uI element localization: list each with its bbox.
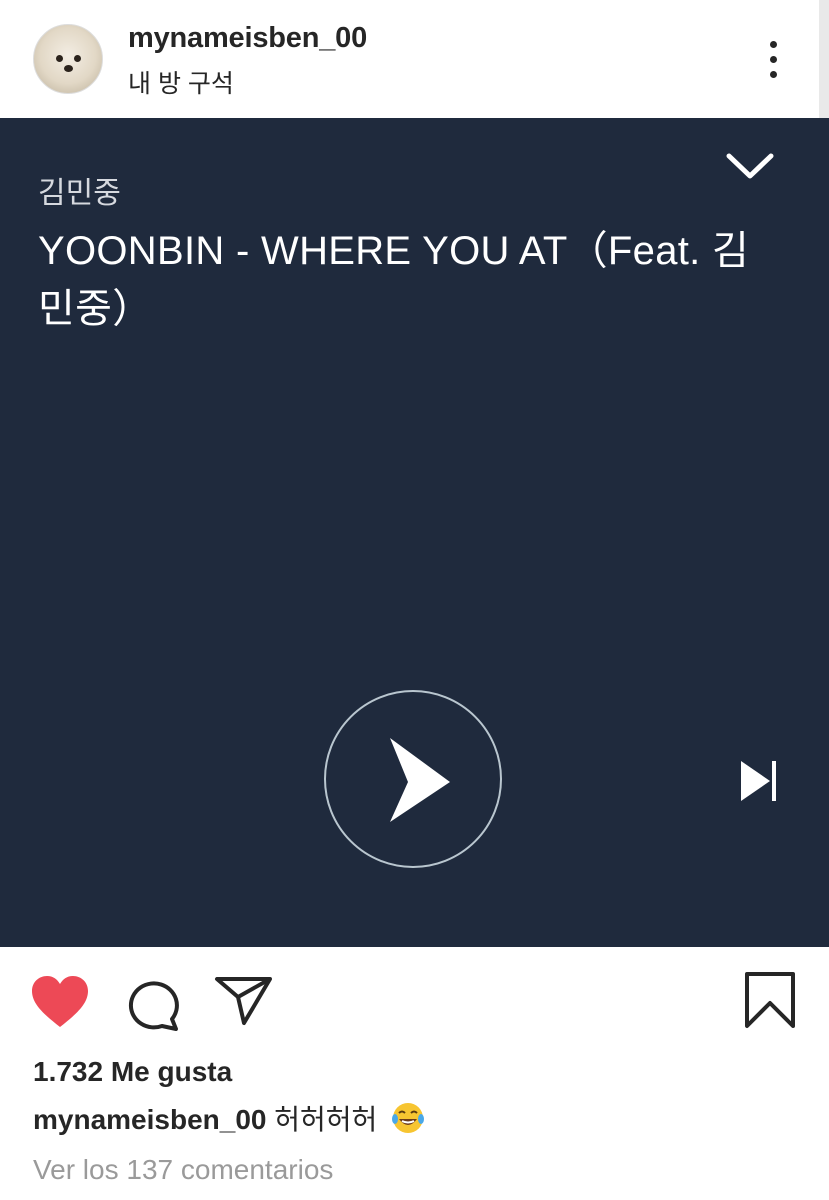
next-track-button[interactable] — [738, 758, 780, 804]
caption-text: 허허허허 — [274, 1104, 378, 1135]
more-dots-icon — [770, 41, 777, 48]
player-artist: 김민중 — [38, 177, 121, 210]
likes-count[interactable]: 1.732 Me gusta — [33, 1056, 232, 1088]
post-header: mynameisben_00 내 방 구석 — [0, 0, 829, 118]
heart-icon — [32, 976, 88, 1027]
view-comments-link[interactable]: Ver los 137 comentarios — [33, 1154, 333, 1186]
post-caption: mynameisben_00 허허허허 — [33, 1098, 425, 1138]
scroll-edge — [819, 0, 829, 118]
play-button[interactable] — [324, 690, 502, 868]
skip-next-icon — [741, 761, 776, 801]
post-location[interactable]: 내 방 구석 — [128, 64, 234, 100]
instagram-post: mynameisben_00 내 방 구석 김민중 YOONBIN - WHER… — [0, 0, 829, 1200]
comment-icon — [128, 981, 179, 1031]
chevron-down-icon — [726, 153, 774, 179]
music-player: 김민중 YOONBIN - WHERE YOU AT（Feat. 김민중） — [0, 118, 829, 947]
share-icon — [215, 977, 272, 1025]
caption-username[interactable]: mynameisben_00 — [33, 1104, 266, 1135]
bookmark-icon — [745, 972, 795, 1028]
collapse-button[interactable] — [724, 148, 776, 188]
post-username[interactable]: mynameisben_00 — [128, 22, 367, 55]
avatar[interactable] — [33, 24, 103, 94]
share-button[interactable] — [214, 975, 274, 1027]
tears-of-joy-emoji-icon — [392, 1103, 425, 1133]
like-button[interactable] — [30, 975, 90, 1029]
comment-button[interactable] — [124, 975, 182, 1031]
save-button[interactable] — [744, 971, 796, 1029]
player-track-title: YOONBIN - WHERE YOU AT（Feat. 김민중） — [38, 229, 750, 331]
play-icon — [324, 690, 502, 868]
more-options-button[interactable] — [752, 38, 796, 82]
post-actions — [0, 947, 829, 1047]
